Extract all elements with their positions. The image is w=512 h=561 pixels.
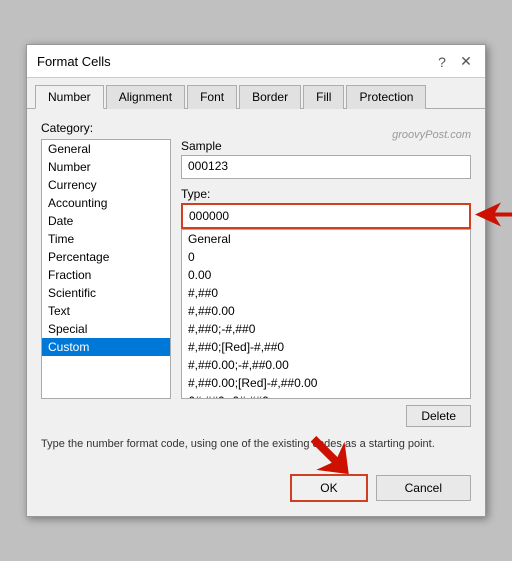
- category-item-special[interactable]: Special: [42, 320, 170, 338]
- category-item-text[interactable]: Text: [42, 302, 170, 320]
- format-item[interactable]: 0: [182, 248, 470, 266]
- tab-alignment[interactable]: Alignment: [106, 85, 185, 109]
- format-item[interactable]: #,##0: [182, 284, 470, 302]
- category-item-time[interactable]: Time: [42, 230, 170, 248]
- right-panel: Sample 000123 Type: General 0 0.00: [181, 139, 471, 427]
- category-item-fraction[interactable]: Fraction: [42, 266, 170, 284]
- format-list[interactable]: General 0 0.00 #,##0 #,##0.00 #,##0;-#,#…: [181, 229, 471, 399]
- category-item-accounting[interactable]: Accounting: [42, 194, 170, 212]
- tab-content: groovyPost.com Category: General Number …: [27, 109, 485, 464]
- delete-button[interactable]: Delete: [406, 405, 471, 427]
- main-area: General Number Currency Accounting Date …: [41, 139, 471, 427]
- format-cells-dialog: Format Cells ? ✕ Number Alignment Font B…: [26, 44, 486, 517]
- format-item[interactable]: General: [182, 230, 470, 248]
- dialog-title: Format Cells: [37, 54, 111, 69]
- type-label: Type:: [181, 187, 471, 201]
- category-item-date[interactable]: Date: [42, 212, 170, 230]
- cancel-button[interactable]: Cancel: [376, 475, 471, 501]
- tab-number[interactable]: Number: [35, 85, 104, 109]
- delete-row: Delete: [181, 405, 471, 427]
- close-button[interactable]: ✕: [457, 53, 475, 71]
- tab-font[interactable]: Font: [187, 85, 237, 109]
- sample-value: 000123: [181, 155, 471, 179]
- tab-border[interactable]: Border: [239, 85, 301, 109]
- category-item-scientific[interactable]: Scientific: [42, 284, 170, 302]
- category-item-custom[interactable]: Custom: [42, 338, 170, 356]
- format-item[interactable]: 0.00: [182, 266, 470, 284]
- format-item[interactable]: #,##0;[Red]-#,##0: [182, 338, 470, 356]
- format-item[interactable]: #,##0.00: [182, 302, 470, 320]
- format-item[interactable]: #,##0.00;-#,##0.00: [182, 356, 470, 374]
- category-label: Category:: [41, 121, 471, 135]
- title-icons: ? ✕: [433, 53, 475, 71]
- description-text: Type the number format code, using one o…: [41, 437, 471, 452]
- sample-label: Sample: [181, 139, 471, 153]
- format-item[interactable]: #,##0;-#,##0: [182, 320, 470, 338]
- category-item-percentage[interactable]: Percentage: [42, 248, 170, 266]
- footer: OK Cancel: [27, 464, 485, 516]
- category-item-general[interactable]: General: [42, 140, 170, 158]
- category-item-currency[interactable]: Currency: [42, 176, 170, 194]
- format-item[interactable]: £#,##0;-£#,##0: [182, 392, 470, 399]
- category-item-number[interactable]: Number: [42, 158, 170, 176]
- title-bar: Format Cells ? ✕: [27, 45, 485, 78]
- help-button[interactable]: ?: [433, 53, 451, 71]
- type-arrow: [475, 200, 512, 231]
- tab-protection[interactable]: Protection: [346, 85, 426, 109]
- tab-fill[interactable]: Fill: [303, 85, 344, 109]
- category-list[interactable]: General Number Currency Accounting Date …: [41, 139, 171, 399]
- type-input[interactable]: [181, 203, 471, 229]
- ok-button[interactable]: OK: [290, 474, 367, 502]
- format-item[interactable]: #,##0.00;[Red]-#,##0.00: [182, 374, 470, 392]
- tab-bar: Number Alignment Font Border Fill Protec…: [27, 78, 485, 109]
- type-input-container: [181, 203, 471, 229]
